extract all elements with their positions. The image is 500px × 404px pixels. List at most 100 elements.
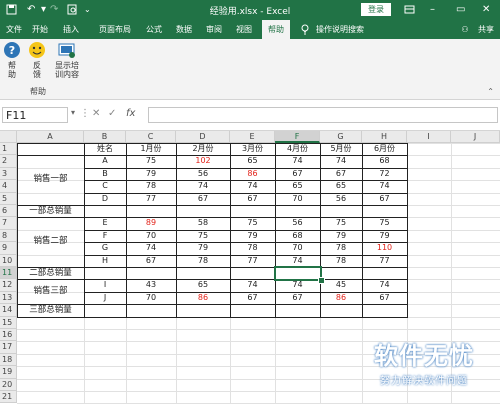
table-value-cell[interactable]: 65 xyxy=(230,155,275,167)
table-value-cell[interactable]: 86 xyxy=(176,292,230,304)
table-value-cell[interactable]: 70 xyxy=(126,292,176,304)
table-value-cell[interactable]: 79 xyxy=(176,242,230,254)
share-button[interactable]: 共享 xyxy=(474,20,498,39)
tab-help[interactable]: 帮助 xyxy=(262,20,290,39)
table-value-cell[interactable]: 74 xyxy=(275,155,320,167)
department-total-label[interactable]: 三部总销量 xyxy=(17,304,84,316)
table-value-cell[interactable]: 65 xyxy=(320,180,362,192)
table-value-cell[interactable]: 70 xyxy=(275,193,320,205)
column-header[interactable]: E xyxy=(230,131,275,143)
table-header-cell[interactable]: 4月份 xyxy=(275,143,320,155)
row-header[interactable]: 6 xyxy=(0,205,17,218)
column-header[interactable]: A xyxy=(17,131,84,143)
table-value-cell[interactable]: 68 xyxy=(362,155,407,167)
department-label[interactable]: 销售一部 xyxy=(17,155,84,205)
table-value-cell[interactable]: 77 xyxy=(230,255,275,267)
table-value-cell[interactable]: 78 xyxy=(320,242,362,254)
table-value-cell[interactable]: 75 xyxy=(126,155,176,167)
collapse-ribbon-icon[interactable]: ⌃ xyxy=(487,87,494,96)
row-header[interactable]: 1 xyxy=(0,143,17,156)
table-value-cell[interactable]: 79 xyxy=(362,230,407,242)
table-value-cell[interactable]: 67 xyxy=(275,292,320,304)
table-value-cell[interactable]: 67 xyxy=(320,168,362,180)
row-header[interactable]: 9 xyxy=(0,242,17,255)
row-header[interactable]: 18 xyxy=(0,353,17,367)
table-value-cell[interactable]: 89 xyxy=(126,217,176,229)
row-header[interactable]: 11 xyxy=(0,267,17,280)
table-value-cell[interactable]: 75 xyxy=(320,217,362,229)
table-value-cell[interactable]: 67 xyxy=(126,255,176,267)
tab-review[interactable]: 审阅 xyxy=(202,20,226,39)
row-header[interactable]: 8 xyxy=(0,229,17,243)
row-header[interactable]: 7 xyxy=(0,217,17,230)
department-label[interactable]: 销售三部 xyxy=(17,279,84,304)
table-value-cell[interactable]: 77 xyxy=(126,193,176,205)
table-value-cell[interactable]: 75 xyxy=(230,217,275,229)
name-box-dropdown-icon[interactable]: ▾ xyxy=(71,108,75,117)
tell-me-search[interactable]: 操作说明搜索 xyxy=(316,20,378,39)
select-all-corner[interactable] xyxy=(0,131,17,143)
table-header-cell[interactable]: 1月份 xyxy=(126,143,176,155)
table-name-cell[interactable]: E xyxy=(84,217,126,229)
department-total-label[interactable]: 二部总销量 xyxy=(17,267,84,279)
name-box[interactable]: F11 xyxy=(2,107,68,123)
table-value-cell[interactable]: 78 xyxy=(230,242,275,254)
formula-input[interactable] xyxy=(148,107,498,123)
tab-home[interactable]: 开始 xyxy=(28,20,52,39)
table-name-cell[interactable]: J xyxy=(84,292,126,304)
table-value-cell[interactable]: 43 xyxy=(126,279,176,291)
table-name-cell[interactable]: G xyxy=(84,242,126,254)
table-value-cell[interactable]: 102 xyxy=(176,155,230,167)
row-header[interactable]: 21 xyxy=(0,391,17,404)
table-value-cell[interactable]: 79 xyxy=(230,230,275,242)
row-header[interactable]: 13 xyxy=(0,291,17,305)
login-button[interactable]: 登录 xyxy=(361,3,391,16)
table-value-cell[interactable]: 79 xyxy=(320,230,362,242)
row-header[interactable]: 20 xyxy=(0,378,17,391)
table-value-cell[interactable]: 78 xyxy=(176,255,230,267)
table-name-cell[interactable]: H xyxy=(84,255,126,267)
tab-file[interactable]: 文件 xyxy=(4,20,24,39)
table-value-cell[interactable]: 67 xyxy=(362,193,407,205)
tab-page-layout[interactable]: 页面布局 xyxy=(94,20,136,39)
table-value-cell[interactable]: 86 xyxy=(230,168,275,180)
table-value-cell[interactable]: 67 xyxy=(275,168,320,180)
tab-data[interactable]: 数据 xyxy=(172,20,196,39)
table-name-cell[interactable]: F xyxy=(84,230,126,242)
row-header[interactable]: 19 xyxy=(0,366,17,379)
table-value-cell[interactable]: 70 xyxy=(275,242,320,254)
maximize-icon[interactable]: ▭ xyxy=(456,4,465,16)
share-icon[interactable]: ⚇ xyxy=(460,20,470,39)
column-header[interactable]: C xyxy=(126,131,176,143)
row-header[interactable]: 16 xyxy=(0,329,17,342)
column-header[interactable]: J xyxy=(451,131,500,143)
table-value-cell[interactable]: 56 xyxy=(275,217,320,229)
row-header[interactable]: 10 xyxy=(0,254,17,267)
help-button[interactable]: ? 帮助 xyxy=(3,41,21,79)
department-total-label[interactable]: 一部总销量 xyxy=(17,205,84,217)
lightbulb-icon[interactable] xyxy=(300,20,310,39)
table-value-cell[interactable]: 74 xyxy=(362,279,407,291)
table-value-cell[interactable]: 74 xyxy=(230,180,275,192)
row-header[interactable]: 17 xyxy=(0,341,17,354)
table-value-cell[interactable]: 45 xyxy=(320,279,362,291)
table-header-cell[interactable]: 5月份 xyxy=(320,143,362,155)
close-icon[interactable]: ✕ xyxy=(482,4,490,16)
table-value-cell[interactable]: 56 xyxy=(320,193,362,205)
cancel-icon[interactable]: ✕ xyxy=(92,108,100,119)
table-value-cell[interactable]: 75 xyxy=(176,230,230,242)
row-header[interactable]: 3 xyxy=(0,167,17,181)
table-value-cell[interactable]: 74 xyxy=(176,180,230,192)
table-value-cell[interactable]: 78 xyxy=(126,180,176,192)
table-value-cell[interactable]: 74 xyxy=(126,242,176,254)
table-value-cell[interactable]: 58 xyxy=(176,217,230,229)
table-value-cell[interactable]: 56 xyxy=(176,168,230,180)
table-name-cell[interactable]: B xyxy=(84,168,126,180)
table-value-cell[interactable]: 110 xyxy=(362,242,407,254)
ribbon-display-icon[interactable] xyxy=(404,4,415,16)
feedback-button[interactable]: 反馈 xyxy=(28,41,46,79)
table-header-cell[interactable]: 6月份 xyxy=(362,143,407,155)
table-value-cell[interactable]: 65 xyxy=(176,279,230,291)
row-header[interactable]: 4 xyxy=(0,180,17,193)
table-value-cell[interactable]: 74 xyxy=(320,155,362,167)
